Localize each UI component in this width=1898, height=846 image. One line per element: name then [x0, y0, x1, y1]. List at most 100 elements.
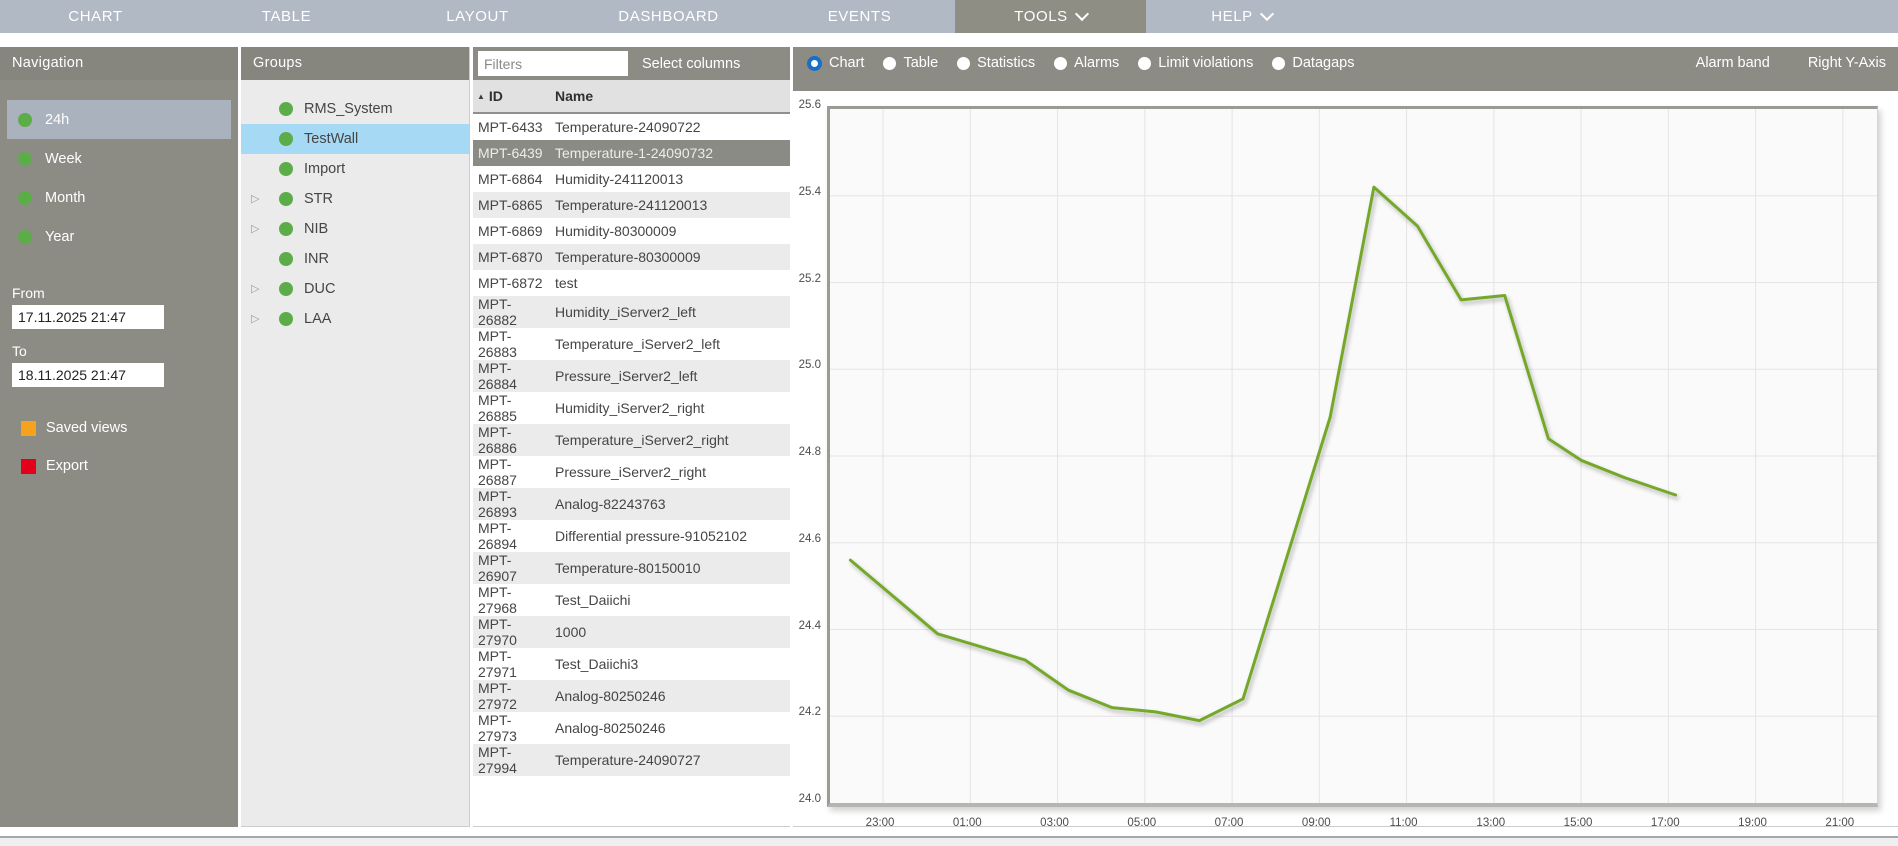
cell-name: Test_Daiichi3: [555, 656, 639, 672]
view-radio-table[interactable]: Table: [883, 55, 938, 71]
table-row[interactable]: MPT-26894 Differential pressure-91052102: [473, 520, 790, 552]
to-datetime-input[interactable]: [12, 363, 164, 387]
cell-name: Pressure_iServer2_right: [555, 464, 706, 480]
table-row[interactable]: MPT-26884 Pressure_iServer2_left: [473, 360, 790, 392]
y-axis-tick-label: 24.2: [798, 706, 821, 719]
table-row[interactable]: MPT-26886 Temperature_iServer2_right: [473, 424, 790, 456]
group-item-laa[interactable]: ▷ LAA: [241, 304, 469, 334]
x-axis-tick-label: 05:00: [1127, 817, 1157, 829]
table-row[interactable]: MPT-27971 Test_Daiichi3: [473, 648, 790, 680]
table-row[interactable]: MPT-27972 Analog-80250246: [473, 680, 790, 712]
table-row[interactable]: MPT-27968 Test_Daiichi: [473, 584, 790, 616]
expand-arrow-icon[interactable]: ▷: [251, 304, 259, 334]
table-row[interactable]: MPT-6864 Humidity-241120013: [473, 166, 790, 192]
chevron-down-icon: [1259, 6, 1274, 22]
view-radio-alarms[interactable]: Alarms: [1054, 55, 1119, 71]
table-row[interactable]: MPT-6869 Humidity-80300009: [473, 218, 790, 244]
menu-item-label: TABLE: [261, 8, 312, 25]
time-range-label: Year: [45, 228, 75, 245]
select-columns-button[interactable]: Select columns: [642, 56, 740, 72]
cell-name: Test_Daiichi: [555, 592, 631, 608]
x-axis-tick-label: 15:00: [1563, 817, 1593, 829]
top-menu-bar: CHART TABLE LAYOUT DASHBOARD EVENTS TOOLS HELP: [0, 0, 1898, 33]
chevron-down-icon: [1074, 6, 1089, 22]
time-range-month[interactable]: Month: [0, 178, 238, 217]
menu-item-tools[interactable]: TOOLS: [955, 0, 1146, 33]
from-datetime-input[interactable]: [12, 305, 164, 329]
table-row[interactable]: MPT-26883 Temperature_iServer2_left: [473, 328, 790, 360]
expand-arrow-icon[interactable]: ▷: [251, 214, 259, 244]
table-row[interactable]: MPT-26882 Humidity_iServer2_left: [473, 296, 790, 328]
cell-id: MPT-6872: [478, 275, 543, 291]
range-status-dot: [18, 190, 32, 205]
table-row[interactable]: MPT-6872 test: [473, 270, 790, 296]
time-range-24h[interactable]: 24h: [7, 100, 231, 139]
table-row[interactable]: MPT-6865 Temperature-241120013: [473, 192, 790, 218]
cell-name: Pressure_iServer2_left: [555, 368, 698, 384]
view-radio-statistics[interactable]: Statistics: [957, 55, 1035, 71]
x-axis-tick-label: 21:00: [1825, 817, 1855, 829]
group-item-inr[interactable]: INR: [241, 244, 469, 274]
navigation-panel-title: Navigation: [0, 47, 238, 80]
group-item-testwall[interactable]: TestWall: [241, 124, 469, 154]
right-y-axis-button[interactable]: Right Y-Axis: [1808, 55, 1886, 71]
saved-views-icon: [21, 420, 36, 436]
saved-views-button[interactable]: Saved views: [0, 409, 238, 447]
cell-id: MPT-27968: [478, 584, 517, 616]
table-row[interactable]: MPT-26893 Analog-82243763: [473, 488, 790, 520]
menu-item-layout[interactable]: LAYOUT: [382, 0, 573, 33]
table-row[interactable]: MPT-6433 Temperature-24090722: [473, 114, 790, 140]
time-range-year[interactable]: Year: [0, 217, 238, 256]
group-label: STR: [304, 191, 333, 207]
cell-name: Humidity_iServer2_left: [555, 304, 696, 320]
sort-ascending-icon[interactable]: ▲: [477, 92, 485, 101]
expand-arrow-icon[interactable]: ▷: [251, 184, 259, 214]
column-header-name[interactable]: Name: [555, 88, 593, 104]
y-axis-tick-label: 24.0: [798, 793, 821, 805]
menu-item-table[interactable]: TABLE: [191, 0, 382, 33]
cell-name: Analog-80250246: [555, 688, 666, 704]
view-radio-limit-violations[interactable]: Limit violations: [1138, 55, 1253, 71]
radio-icon: [1138, 56, 1152, 70]
action-label: Export: [46, 458, 88, 474]
table-row[interactable]: MPT-27970 1000: [473, 616, 790, 648]
group-item-duc[interactable]: ▷ DUC: [241, 274, 469, 304]
time-range-week[interactable]: Week: [0, 139, 238, 178]
chart-view-radio-group: Chart Table Statistics Alarms Limit violatio…: [807, 55, 1373, 71]
group-list: RMS_System TestWall Import ▷ STR ▷ NIB INR ▷ DUC ▷…: [241, 80, 469, 334]
chart-plot-area[interactable]: [827, 106, 1878, 807]
column-header-id[interactable]: ID: [489, 88, 503, 104]
group-item-rms_system[interactable]: RMS_System: [241, 94, 469, 124]
table-row[interactable]: MPT-6870 Temperature-80300009: [473, 244, 790, 270]
cell-id: MPT-27973: [478, 712, 517, 744]
table-row[interactable]: MPT-26885 Humidity_iServer2_right: [473, 392, 790, 424]
sensor-table-panel: Select columns ▲ ID Name MPT-6433 Tempera…: [473, 47, 790, 827]
view-radio-datagaps[interactable]: Datagaps: [1272, 55, 1354, 71]
table-row[interactable]: MPT-26887 Pressure_iServer2_right: [473, 456, 790, 488]
radio-icon: [1272, 56, 1286, 70]
table-row[interactable]: MPT-6439 Temperature-1-24090732: [473, 140, 790, 166]
group-item-str[interactable]: ▷ STR: [241, 184, 469, 214]
group-item-import[interactable]: Import: [241, 154, 469, 184]
cell-id: MPT-6433: [478, 119, 543, 135]
table-row[interactable]: MPT-27973 Analog-80250246: [473, 712, 790, 744]
to-label: To: [12, 343, 27, 359]
export-button[interactable]: Export: [0, 447, 238, 485]
group-status-dot: [279, 192, 293, 206]
table-row[interactable]: MPT-26907 Temperature-80150010: [473, 552, 790, 584]
chart-gridlines: [830, 109, 1877, 803]
table-row[interactable]: MPT-27994 Temperature-24090727: [473, 744, 790, 776]
cell-name: Temperature-241120013: [555, 197, 708, 213]
cell-name: Temperature-80150010: [555, 560, 701, 576]
expand-arrow-icon[interactable]: ▷: [251, 274, 259, 304]
filter-input[interactable]: [478, 51, 628, 76]
view-radio-chart[interactable]: Chart: [807, 55, 864, 71]
menu-item-help[interactable]: HELP: [1146, 0, 1337, 33]
menu-item-dashboard[interactable]: DASHBOARD: [573, 0, 764, 33]
group-item-nib[interactable]: ▷ NIB: [241, 214, 469, 244]
menu-item-events[interactable]: EVENTS: [764, 0, 955, 33]
menu-item-chart[interactable]: CHART: [0, 0, 191, 33]
time-range-list: 24h Week Month Year: [0, 100, 238, 256]
cell-name: Temperature_iServer2_left: [555, 336, 720, 352]
alarm-band-button[interactable]: Alarm band: [1696, 55, 1770, 71]
